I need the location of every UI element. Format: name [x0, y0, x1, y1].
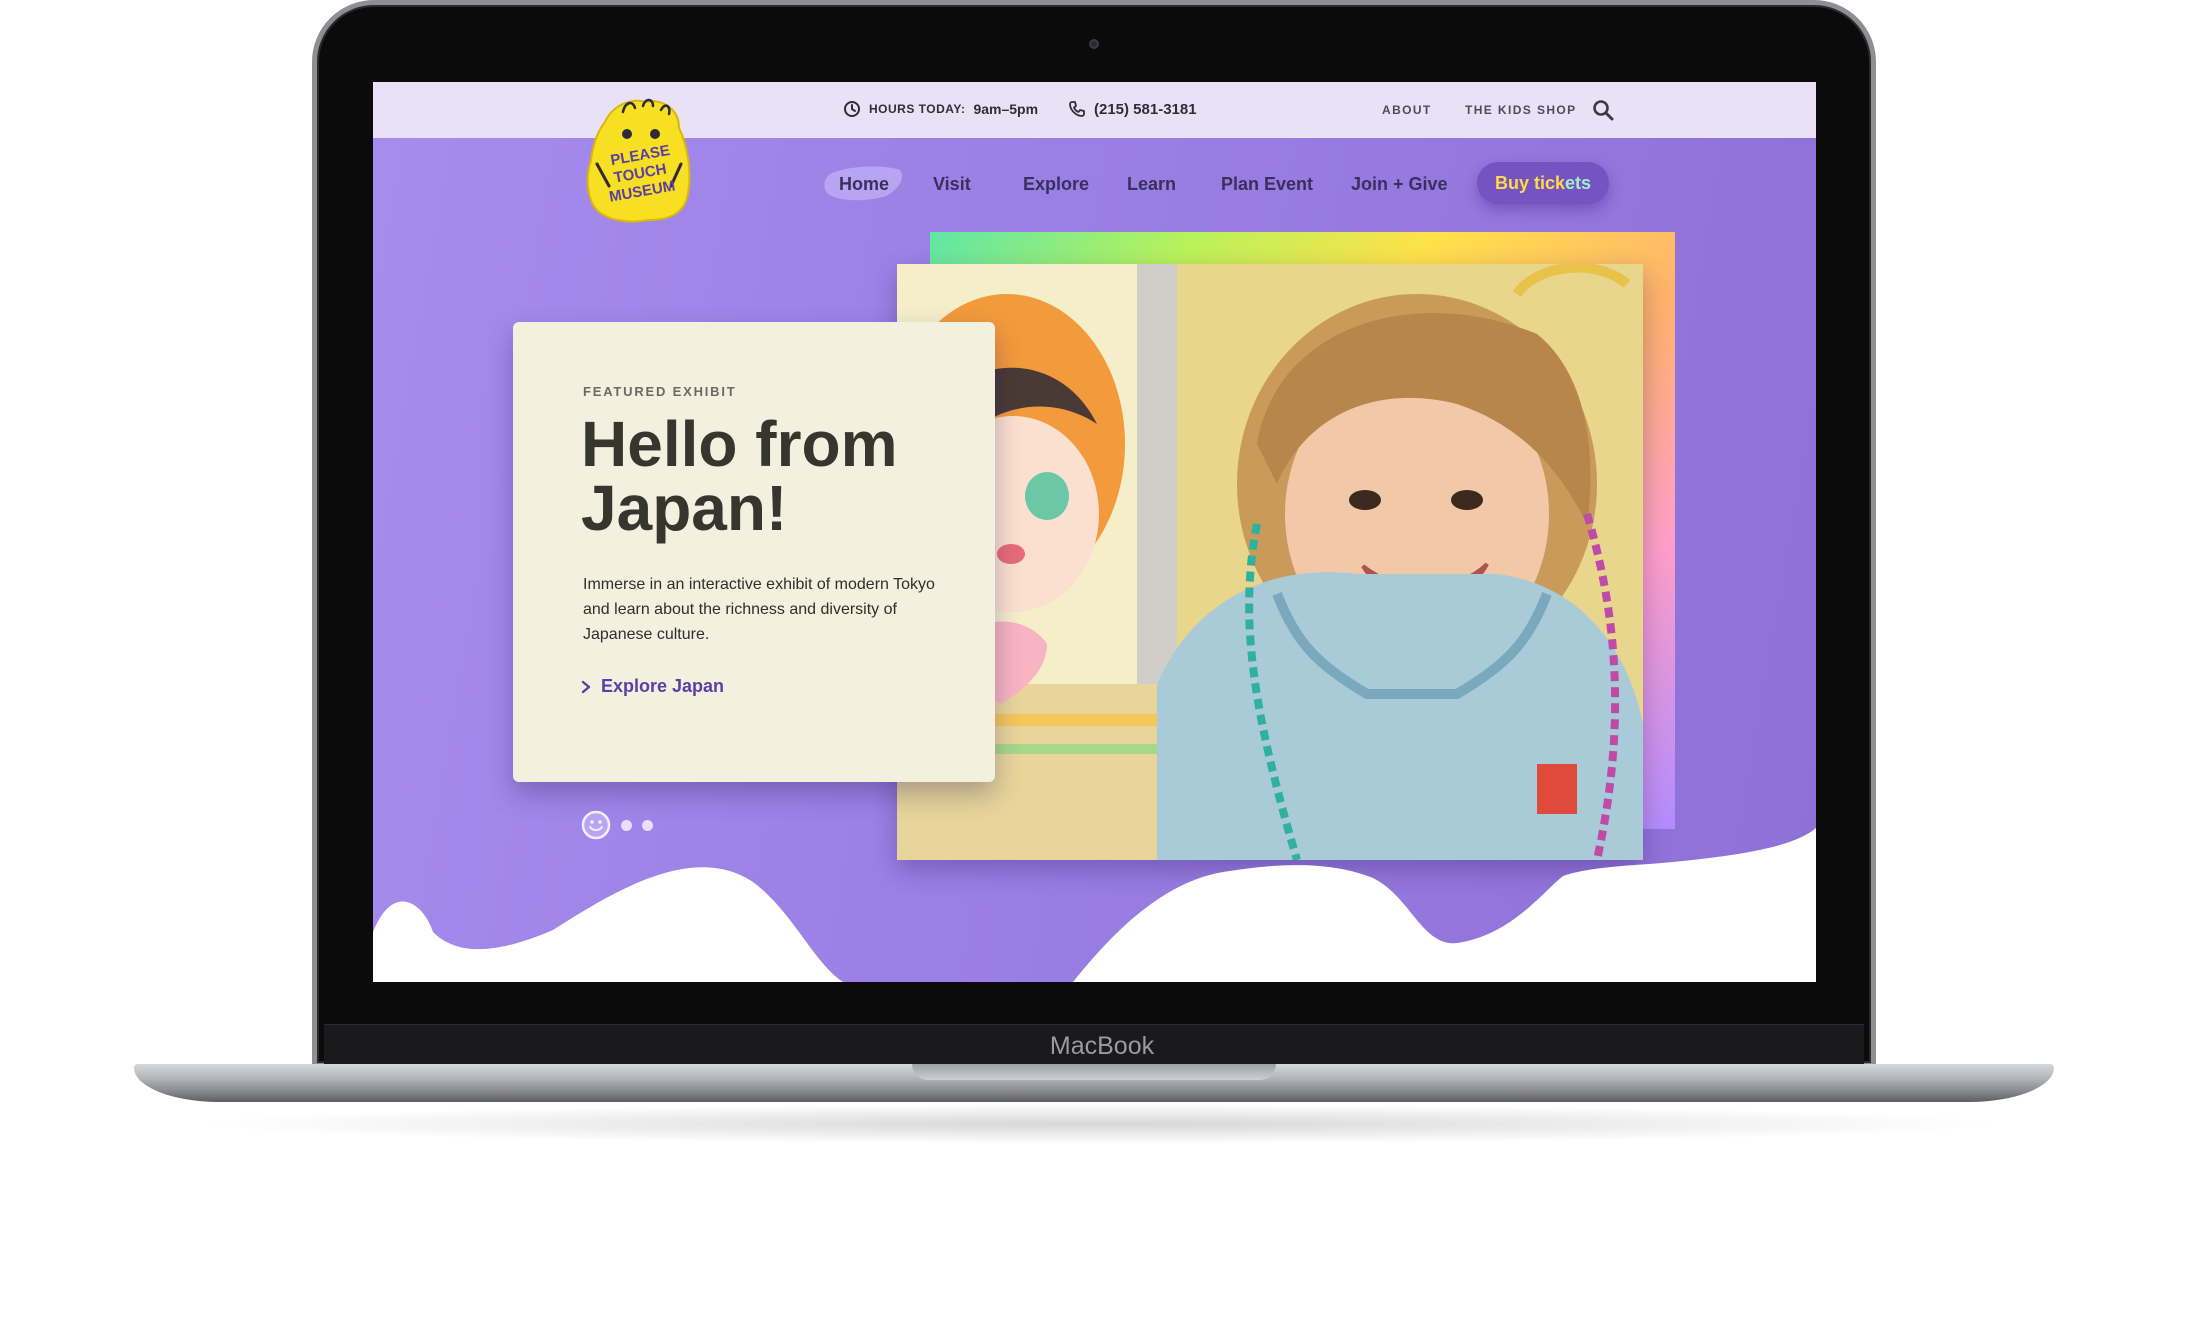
hours-value: 9am–5pm — [973, 101, 1039, 117]
laptop-brand-label: MacBook — [1049, 1032, 1155, 1060]
wave-divider — [373, 828, 1816, 982]
hours-today: HOURS TODAY: 9am–5pm — [843, 100, 1038, 118]
laptop-shadow — [190, 1104, 2010, 1144]
buy-tickets-button[interactable]: Buy tick ets — [1477, 162, 1609, 204]
nav-learn[interactable]: Learn — [1127, 174, 1176, 195]
about-link[interactable]: ABOUT — [1382, 103, 1432, 117]
buy-tickets-label-part-1: Buy tick — [1494, 172, 1565, 193]
nav-plan-event[interactable]: Plan Event — [1221, 174, 1313, 195]
laptop-hinge-notch — [912, 1064, 1276, 1080]
nav-join-give[interactable]: Join + Give — [1351, 174, 1448, 195]
website-screen: HOURS TODAY: 9am–5pm (215) 581-3181 ABOU… — [373, 82, 1816, 982]
phone-icon — [1069, 101, 1085, 117]
hero-description: Immerse in an interactive exhibit of mod… — [583, 576, 935, 643]
featured-exhibit-card: FEATURED EXHIBIT Hello from Japan! Immer… — [513, 322, 995, 782]
chevron-right-icon — [581, 680, 591, 693]
hero-photo — [897, 264, 1643, 860]
hero-photo-illustration — [897, 264, 1643, 860]
phone-link[interactable]: (215) 581-3181 — [1068, 100, 1197, 118]
camera-icon — [1089, 39, 1099, 49]
buy-tickets-label-part-2: ets — [1565, 172, 1592, 193]
hero-title: Hello from Japan! — [581, 408, 898, 544]
clock-icon — [844, 101, 860, 117]
hours-label: HOURS TODAY: — [869, 102, 966, 116]
search-icon[interactable] — [1591, 98, 1615, 122]
nav-home[interactable]: Home — [839, 174, 889, 195]
phone-number: (215) 581-3181 — [1094, 100, 1197, 118]
explore-japan-label: Explore Japan — [601, 676, 725, 696]
eyebrow-featured-exhibit: FEATURED EXHIBIT — [583, 384, 737, 399]
museum-logo[interactable]: PLEASE TOUCH MUSEUM — [583, 94, 695, 224]
nav-visit[interactable]: Visit — [933, 174, 971, 195]
kids-shop-link[interactable]: THE KIDS SHOP — [1465, 103, 1577, 117]
nav-explore[interactable]: Explore — [1023, 174, 1089, 195]
explore-japan-link[interactable]: Explore Japan — [581, 676, 724, 697]
